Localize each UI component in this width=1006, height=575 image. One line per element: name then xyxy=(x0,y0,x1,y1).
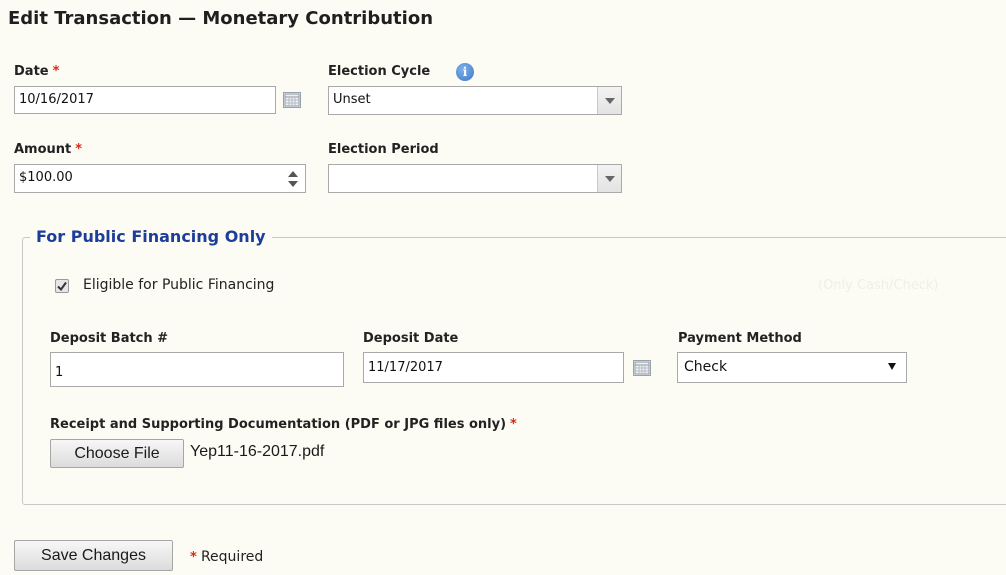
amount-label: Amount * xyxy=(14,142,82,157)
faded-note: (Only Cash/Check) xyxy=(818,278,939,293)
calendar-icon[interactable] xyxy=(283,92,301,108)
payment-method-selected: Check xyxy=(684,359,728,375)
date-input[interactable]: 10/16/2017 xyxy=(14,86,276,114)
required-note-text: Required xyxy=(200,549,264,565)
info-icon[interactable]: i xyxy=(456,63,474,81)
choose-file-button[interactable]: Choose File xyxy=(50,439,184,468)
election-cycle-selected: Unset xyxy=(333,92,371,107)
payment-method-label: Payment Method xyxy=(678,331,802,346)
save-changes-button[interactable]: Save Changes xyxy=(14,540,173,571)
calendar-icon[interactable] xyxy=(633,360,651,376)
fieldset-legend: For Public Financing Only xyxy=(30,227,272,246)
required-asterisk: * xyxy=(510,417,517,432)
chevron-down-icon[interactable] xyxy=(597,165,621,192)
spinner-icon[interactable] xyxy=(287,168,299,190)
required-note: * Required xyxy=(190,549,263,565)
deposit-batch-label: Deposit Batch # xyxy=(50,331,169,346)
receipt-label-text: Receipt and Supporting Documentation (PD… xyxy=(50,417,507,432)
eligible-checkbox-label: Eligible for Public Financing xyxy=(83,277,275,293)
file-name: Yep11-16-2017.pdf xyxy=(190,443,325,460)
deposit-date-label: Deposit Date xyxy=(363,331,459,346)
deposit-batch-input[interactable]: 1 xyxy=(50,352,344,387)
chevron-down-icon[interactable] xyxy=(597,87,621,114)
deposit-date-input[interactable]: 11/17/2017 xyxy=(363,352,624,383)
date-label-text: Date xyxy=(14,64,49,79)
required-asterisk: * xyxy=(75,142,83,157)
amount-label-text: Amount xyxy=(14,142,72,157)
amount-input[interactable]: $100.00 xyxy=(14,164,306,193)
receipt-label: Receipt and Supporting Documentation (PD… xyxy=(50,417,517,432)
eligible-checkbox[interactable] xyxy=(55,279,69,293)
required-asterisk: * xyxy=(190,550,197,565)
page-title: Edit Transaction — Monetary Contribution xyxy=(8,8,434,29)
chevron-down-icon[interactable] xyxy=(888,363,896,370)
payment-method-select[interactable]: Check xyxy=(677,352,907,383)
date-label: Date * xyxy=(14,64,59,79)
election-cycle-select[interactable]: Unset xyxy=(328,86,622,115)
required-asterisk: * xyxy=(52,64,60,79)
election-cycle-label: Election Cycle xyxy=(328,64,431,79)
election-period-select[interactable] xyxy=(328,164,622,193)
election-period-label: Election Period xyxy=(328,142,439,157)
